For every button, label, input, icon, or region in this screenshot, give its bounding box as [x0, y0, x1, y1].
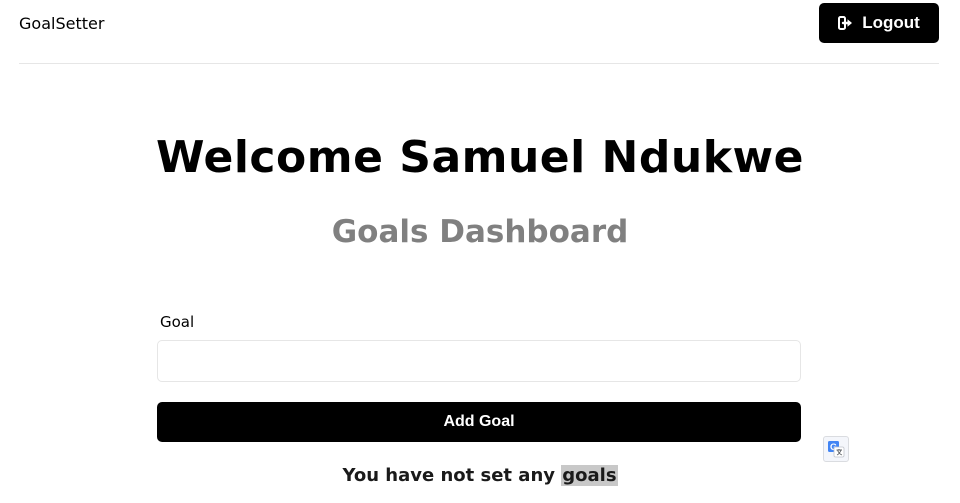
goal-label: Goal: [160, 313, 195, 331]
logout-label: Logout: [862, 13, 920, 32]
logout-button[interactable]: Logout: [819, 3, 939, 43]
site-header: GoalSetter Logout: [19, 0, 939, 64]
add-goal-button[interactable]: Add Goal: [157, 402, 801, 442]
welcome-heading: Welcome Samuel Ndukwe: [156, 132, 804, 183]
goal-input[interactable]: [157, 340, 801, 382]
empty-goals-message: You have not set any goals: [0, 463, 960, 489]
goal-form: Goal Add Goal: [157, 311, 801, 442]
highlighted-word: goals: [561, 465, 618, 486]
google-translate-icon[interactable]: G: [823, 436, 849, 462]
dashboard-subtitle: Goals Dashboard: [331, 214, 629, 250]
brand-link[interactable]: GoalSetter: [19, 14, 104, 33]
sign-out-icon: [838, 16, 854, 30]
empty-message-text: You have not set any: [342, 465, 562, 486]
